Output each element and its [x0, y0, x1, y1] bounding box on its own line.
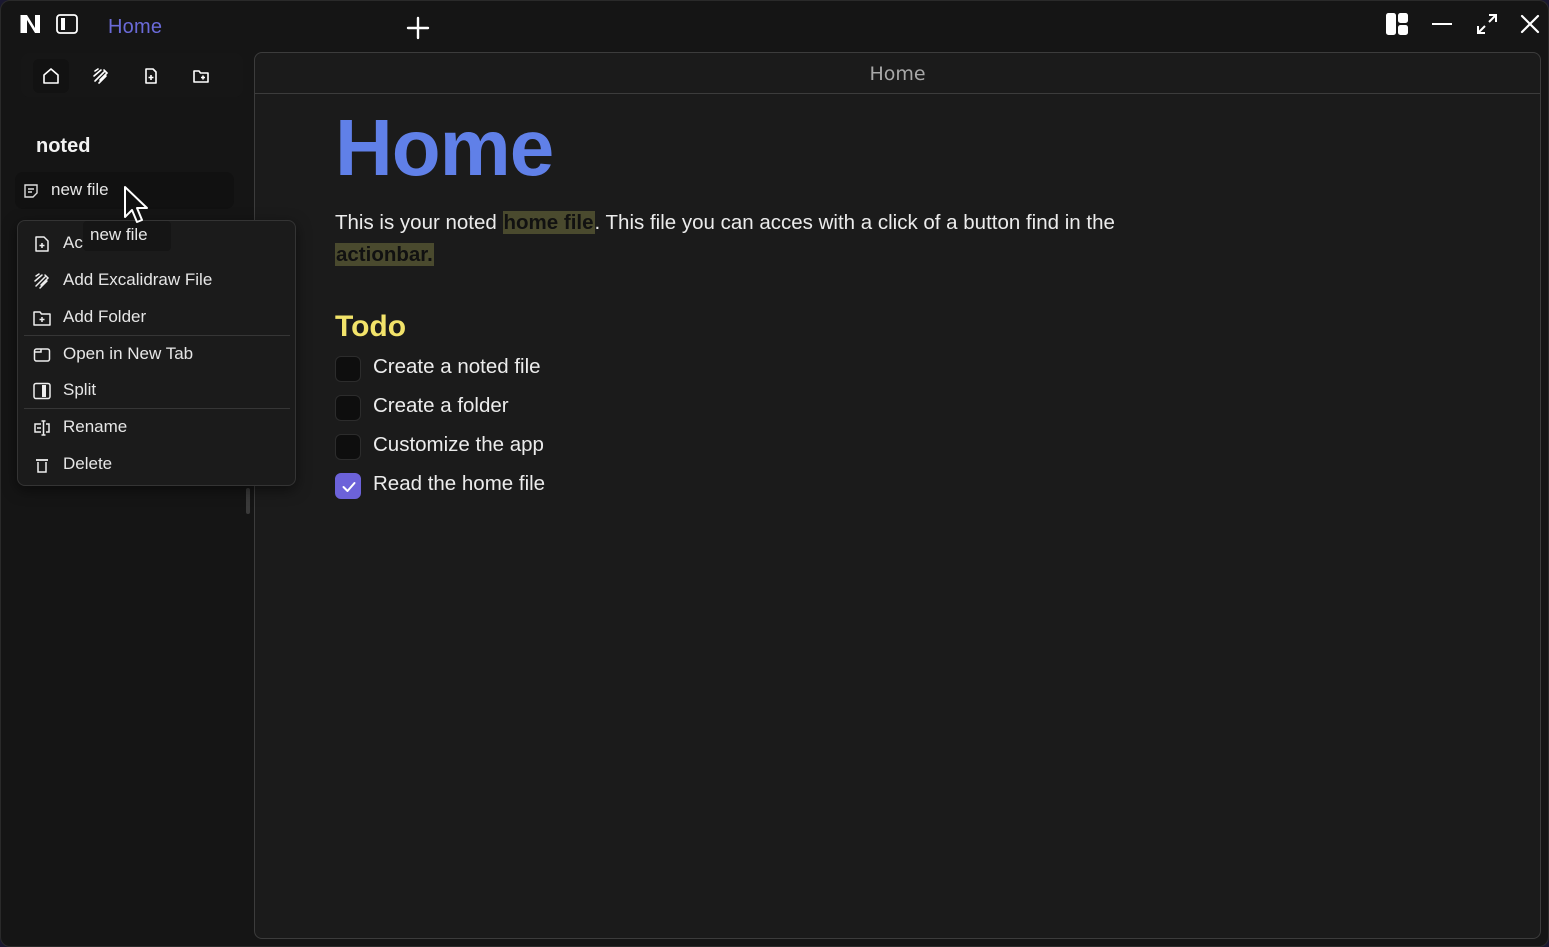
todo-checkbox[interactable] — [335, 395, 361, 421]
pane-header: Home — [255, 53, 1540, 94]
menu-label: Ac — [63, 233, 83, 252]
rename-icon — [34, 420, 50, 436]
new-file-icon — [145, 68, 157, 84]
menu-item-split[interactable]: Split — [18, 373, 295, 407]
close-icon[interactable] — [1517, 11, 1543, 37]
maximize-icon[interactable] — [1474, 11, 1500, 37]
excalidraw-icon — [93, 68, 109, 84]
excalidraw-icon — [34, 273, 50, 289]
sidebar-resize-handle[interactable] — [246, 488, 250, 514]
menu-label: Delete — [63, 454, 113, 473]
minimize-icon[interactable] — [1429, 11, 1455, 37]
editor-pane: Home Home This is your noted home file. … — [254, 52, 1541, 939]
context-menu: Ac Add Excalidraw File Add Folder Open i… — [17, 220, 296, 486]
add-excalidraw-button[interactable] — [83, 59, 119, 93]
todo-checkbox[interactable] — [335, 356, 361, 382]
doc-paragraph: This is your noted home file. This file … — [335, 207, 1165, 271]
todo-checkbox[interactable] — [335, 473, 361, 499]
todo-item: Customize the app — [335, 430, 1435, 469]
add-file-button[interactable] — [133, 59, 169, 93]
new-folder-icon — [193, 70, 209, 83]
todo-item: Create a noted file — [335, 352, 1435, 391]
drag-ghost-label: new file — [90, 225, 148, 244]
window-icon — [33, 348, 51, 362]
tab-home[interactable]: Home — [108, 16, 162, 39]
note-icon — [24, 184, 38, 198]
home-button[interactable] — [33, 59, 69, 93]
todo-list: Create a noted file Create a folder Cust… — [335, 352, 1435, 508]
todo-heading: Todo — [335, 310, 407, 343]
action-bar — [21, 53, 243, 97]
check-icon — [342, 482, 356, 492]
menu-label: Open in New Tab — [63, 344, 194, 363]
add-folder-button[interactable] — [183, 59, 219, 93]
pane-title: Home — [869, 63, 926, 85]
file-label: new file — [51, 180, 109, 199]
todo-label: Create a folder — [373, 394, 509, 417]
menu-item-add-folder[interactable]: Add Folder — [18, 300, 295, 334]
noted-logo-icon — [20, 15, 40, 33]
todo-checkbox[interactable] — [335, 434, 361, 460]
layout-icon[interactable] — [1384, 11, 1410, 37]
menu-label: Add Excalidraw File — [63, 270, 213, 289]
todo-label: Customize the app — [373, 433, 544, 456]
menu-label: Rename — [63, 417, 128, 436]
menu-separator — [24, 335, 290, 336]
menu-label: Split — [63, 380, 97, 399]
split-icon — [33, 382, 51, 400]
todo-item: Read the home file — [335, 469, 1435, 508]
doc-heading: Home — [335, 103, 554, 192]
plus-icon[interactable] — [406, 16, 430, 40]
highlight-actionbar: actionbar. — [335, 243, 434, 266]
todo-label: Read the home file — [373, 472, 546, 495]
vault-name: noted — [36, 135, 91, 157]
menu-label: Add Folder — [63, 307, 147, 326]
menu-item-open-new-tab[interactable]: Open in New Tab — [18, 337, 295, 371]
todo-label: Create a noted file — [373, 355, 541, 378]
text-run: . This file you can acces with a click o… — [594, 211, 1115, 234]
trash-icon — [36, 459, 48, 473]
document-body[interactable]: Home This is your noted home file. This … — [335, 103, 1435, 508]
title-bar: Home — [1, 1, 1548, 51]
sidebar-toggle-icon[interactable] — [56, 14, 78, 34]
folder-plus-icon — [33, 311, 51, 326]
menu-separator — [24, 408, 290, 409]
text-run: This is your noted — [335, 211, 503, 234]
home-icon — [43, 68, 59, 84]
file-item[interactable]: new file — [15, 172, 234, 209]
menu-item-add-excalidraw[interactable]: Add Excalidraw File — [18, 263, 295, 297]
highlight-home-file: home file — [502, 211, 595, 234]
app-window: Home noted new file Home Home This is yo… — [0, 0, 1549, 947]
drag-ghost: new file — [83, 221, 171, 251]
menu-item-rename[interactable]: Rename — [18, 410, 295, 444]
todo-item: Create a folder — [335, 391, 1435, 430]
file-plus-icon — [35, 236, 49, 252]
menu-item-delete[interactable]: Delete — [18, 447, 295, 481]
sidebar: noted new file — [1, 51, 253, 946]
